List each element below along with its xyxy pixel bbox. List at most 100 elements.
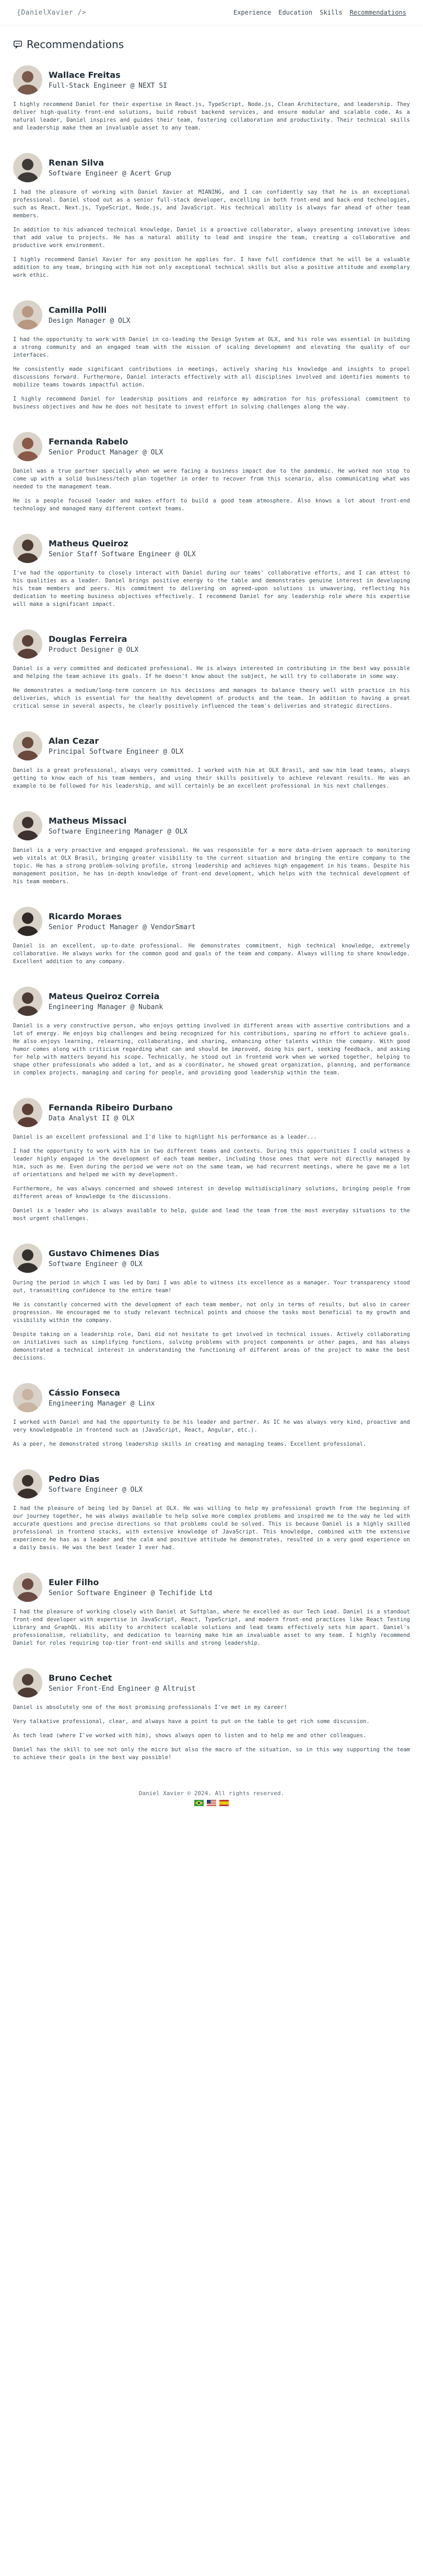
recommender-info: Gustavo Chimenes Dias Software Engineer @… xyxy=(49,1248,159,1268)
recommendation-header: Pedro Dias Software Engineer @ OLX xyxy=(13,1469,410,1498)
recommendation-text: Daniel is an excellent, up-to-date profe… xyxy=(13,943,410,965)
recommendation-text: Daniel is a great professional, always v… xyxy=(13,767,410,789)
recommender-name[interactable]: Gustavo Chimenes Dias xyxy=(49,1248,159,1258)
avatar[interactable] xyxy=(13,629,42,659)
recommender-role: Software Engineering Manager @ OLX xyxy=(49,828,188,836)
recommendation-card: Fernanda Rabelo Senior Product Manager @ … xyxy=(13,432,410,513)
recommender-info: Matheus Missaci Software Engineering Mana… xyxy=(49,816,187,836)
recommendation-card: Mateus Queiroz Correia Engineering Manage… xyxy=(13,987,410,1077)
avatar[interactable] xyxy=(13,1098,42,1127)
recommender-role: Principal Software Engineer @ OLX xyxy=(49,748,184,756)
recommendation-text: I had the opportunity to work with him i… xyxy=(13,1148,410,1178)
nav-link-experience[interactable]: Experience xyxy=(233,9,271,16)
recommendation-text: Very talkative professional, clear, and … xyxy=(13,1718,370,1725)
recommender-role: Data Analyst II @ OLX xyxy=(49,1115,135,1122)
profile-photo-icon xyxy=(13,1244,42,1273)
recommendations-list: Wallace Freitas Full-Stack Engineer @ NEX… xyxy=(13,65,410,1762)
profile-photo-icon xyxy=(13,629,42,659)
recommendation-text: I've had the opportunity to closely inte… xyxy=(13,570,410,607)
recommender-role: Software Engineer @ OLX xyxy=(49,1486,143,1494)
recommender-name[interactable]: Douglas Ferreira xyxy=(49,634,138,644)
avatar[interactable] xyxy=(13,1244,42,1273)
avatar[interactable] xyxy=(13,907,42,936)
recommender-name[interactable]: Ricardo Moraes xyxy=(49,911,196,921)
profile-photo-icon xyxy=(13,811,42,840)
recommendation-text: As a peer, he demonstrated strong leader… xyxy=(13,1441,367,1447)
recommendation-card: Douglas Ferreira Product Designer @ OLX Da… xyxy=(13,629,410,710)
recommender-name[interactable]: Pedro Dias xyxy=(49,1474,143,1484)
us-flag-icon[interactable] xyxy=(207,1800,216,1806)
recommender-name[interactable]: Fernanda Ribeiro Durbano xyxy=(49,1103,173,1113)
nav-link-recommendations[interactable]: Recommendations xyxy=(350,9,406,16)
recommendation-header: Renan Silva Software Engineer @ Acert Gru… xyxy=(13,153,410,182)
avatar[interactable] xyxy=(13,1668,42,1697)
nav-link-education[interactable]: Education xyxy=(278,9,312,16)
recommendation-header: Euler Filho Senior Software Engineer @ Te… xyxy=(13,1573,410,1602)
profile-photo-icon xyxy=(13,907,42,936)
recommendation-text: Daniel has the skill to see not only the… xyxy=(13,1747,410,1761)
profile-photo-icon xyxy=(13,300,42,330)
footer-copyright: Daniel Xavier © 2024. All rights reserve… xyxy=(138,1790,285,1797)
avatar[interactable] xyxy=(13,1383,42,1412)
recommender-name[interactable]: Cássio Fonseca xyxy=(49,1388,155,1398)
avatar[interactable] xyxy=(13,987,42,1016)
recommender-name[interactable]: Matheus Queiroz xyxy=(49,538,196,548)
avatar[interactable] xyxy=(13,300,42,330)
avatar[interactable] xyxy=(13,65,42,95)
profile-photo-icon xyxy=(13,1668,42,1697)
recommender-name[interactable]: Wallace Freitas xyxy=(49,70,167,80)
section-title: Recommendations xyxy=(27,38,124,51)
recommender-role: Full-Stack Engineer @ NEXT SI xyxy=(49,82,167,90)
nav-link-skills[interactable]: Skills xyxy=(320,9,342,16)
recommendation-header: Ricardo Moraes Senior Product Manager @ V… xyxy=(13,907,410,936)
recommender-name[interactable]: Euler Filho xyxy=(49,1577,212,1587)
avatar[interactable] xyxy=(13,811,42,840)
recommendation-header: Gustavo Chimenes Dias Software Engineer @… xyxy=(13,1244,410,1273)
recommendation-text: As tech lead (where I've worked with him… xyxy=(13,1732,367,1739)
profile-photo-icon xyxy=(13,1573,42,1602)
profile-photo-icon xyxy=(13,1469,42,1498)
avatar[interactable] xyxy=(13,1573,42,1602)
recommender-name[interactable]: Fernanda Rabelo xyxy=(49,437,163,447)
recommender-role: Product Designer @ OLX xyxy=(49,646,139,654)
recommendation-text: Daniel is a very proactive and engaged p… xyxy=(13,847,410,885)
avatar[interactable] xyxy=(13,1469,42,1498)
recommender-name[interactable]: Alan Cezar xyxy=(49,736,183,746)
page-footer: Daniel Xavier © 2024. All rights reserve… xyxy=(0,1783,423,1811)
recommendation-text: I highly recommend Daniel for leadership… xyxy=(13,396,410,410)
recommendation-card: Camilla Polli Design Manager @ OLX I had t… xyxy=(13,300,410,411)
avatar[interactable] xyxy=(13,731,42,760)
recommendation-card: Wallace Freitas Full-Stack Engineer @ NEX… xyxy=(13,65,410,132)
recommender-name[interactable]: Matheus Missaci xyxy=(49,816,187,826)
nav-links: Experience Education Skills Recommendati… xyxy=(233,9,406,16)
main-content: Recommendations Wallace Freitas Full-Stac… xyxy=(13,26,410,1762)
recommendation-text: I had the opportunity to work with Danie… xyxy=(13,336,410,358)
recommender-role: Software Engineer @ OLX xyxy=(49,1260,143,1268)
recommender-name[interactable]: Renan Silva xyxy=(49,158,171,168)
spain-flag-icon[interactable] xyxy=(219,1800,229,1806)
site-logo[interactable]: {DanielXavier /> xyxy=(17,9,86,17)
recommender-info: Mateus Queiroz Correia Engineering Manage… xyxy=(49,991,163,1011)
brazil-flag-icon[interactable] xyxy=(194,1800,204,1806)
recommendation-card: Cássio Fonseca Engineering Manager @ Linx… xyxy=(13,1383,410,1448)
recommender-info: Euler Filho Senior Software Engineer @ Te… xyxy=(49,1577,212,1597)
avatar[interactable] xyxy=(13,153,42,182)
avatar[interactable] xyxy=(13,534,42,563)
recommendation-card: Bruno Cechet Senior Front-End Engineer @ … xyxy=(13,1668,410,1762)
recommendation-text: I highly recommend Daniel Xavier for any… xyxy=(13,256,410,278)
language-flags xyxy=(0,1800,423,1806)
recommender-info: Pedro Dias Software Engineer @ OLX xyxy=(49,1474,143,1494)
profile-photo-icon xyxy=(13,987,42,1016)
recommender-info: Renan Silva Software Engineer @ Acert Gru… xyxy=(49,158,171,178)
recommendation-text: He consistently made significant contrib… xyxy=(13,366,410,388)
recommender-name[interactable]: Bruno Cechet xyxy=(49,1673,196,1683)
recommender-role: Software Engineer @ Acert Grup xyxy=(49,170,171,178)
recommendation-card: Pedro Dias Software Engineer @ OLX I had t… xyxy=(13,1469,410,1552)
profile-photo-icon xyxy=(13,534,42,563)
recommendation-header: Douglas Ferreira Product Designer @ OLX xyxy=(13,629,410,659)
profile-photo-icon xyxy=(13,153,42,182)
recommender-name[interactable]: Camilla Polli xyxy=(49,305,131,315)
recommendation-text: I had the pleasure of being led by Danie… xyxy=(13,1505,410,1551)
recommender-name[interactable]: Mateus Queiroz Correia xyxy=(49,991,163,1001)
avatar[interactable] xyxy=(13,432,42,461)
